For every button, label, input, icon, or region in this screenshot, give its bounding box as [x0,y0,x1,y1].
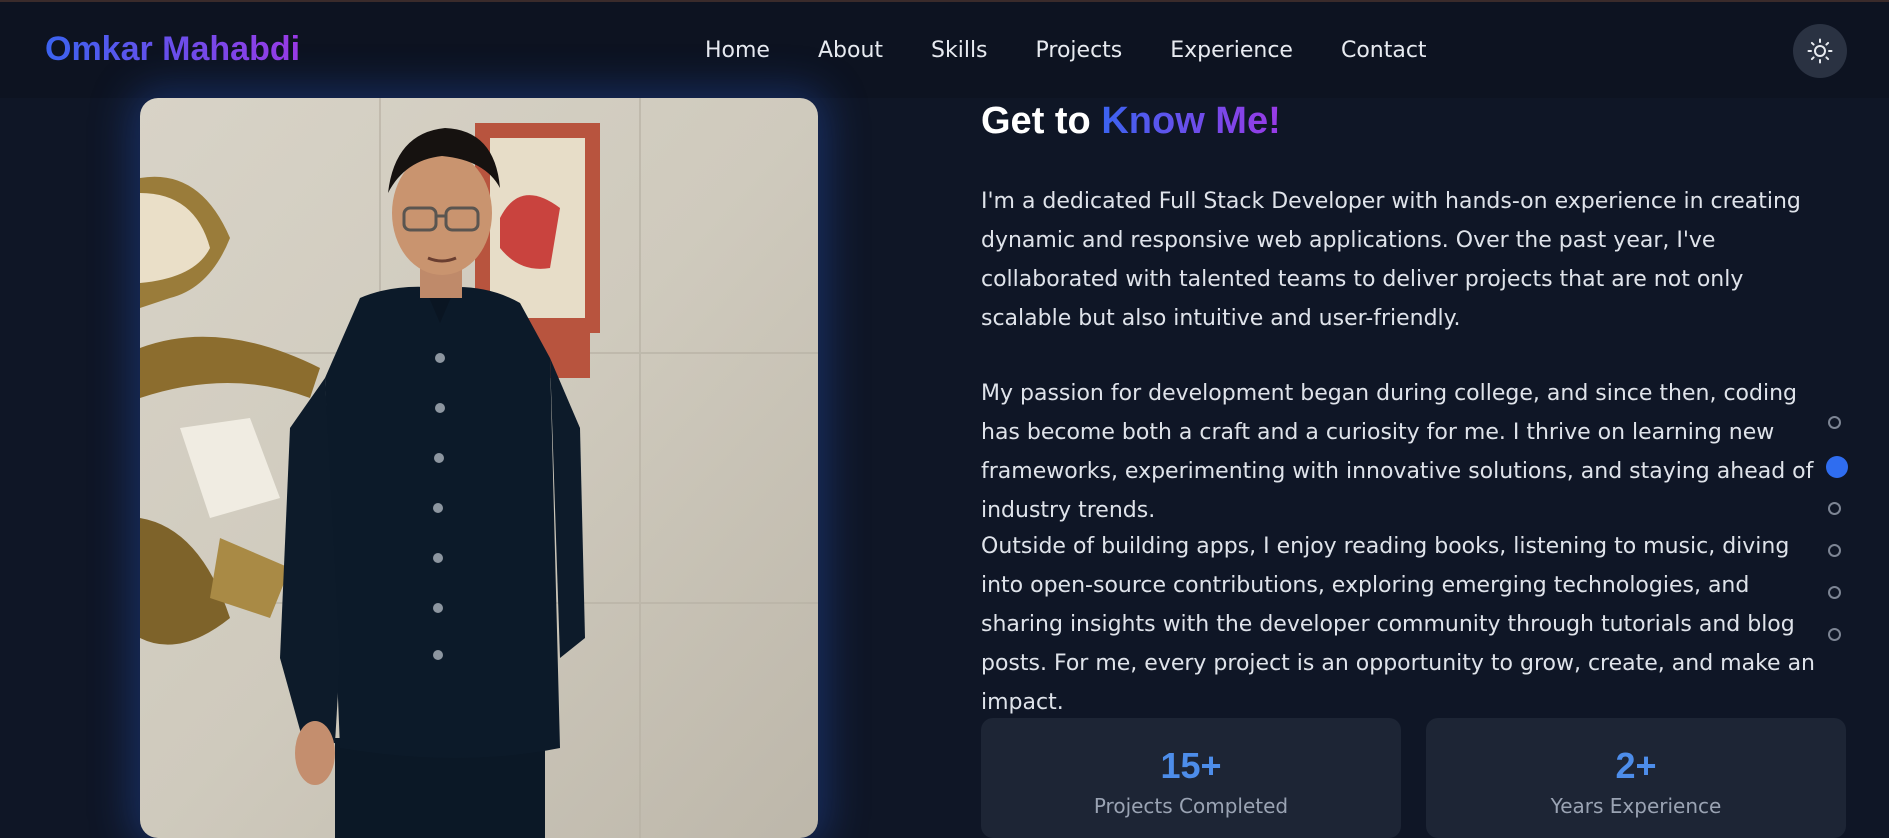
section-dot[interactable] [1828,502,1841,515]
nav-link-projects[interactable]: Projects [1036,38,1123,63]
title-prefix: Get to [981,100,1102,142]
section-dot-active[interactable] [1826,456,1848,478]
sun-icon [1807,38,1833,64]
stat-label: Projects Completed [1093,794,1289,818]
navbar: Omkar Mahabdi Home About Skills Projects… [0,2,1889,98]
about-paragraph: I'm a dedicated Full Stack Developer wit… [981,189,1801,331]
nav-link-home[interactable]: Home [705,38,770,63]
profile-photo [140,98,818,838]
about-paragraph: My passion for development began during … [981,381,1814,523]
stat-value: 2+ [1615,745,1657,786]
brand-logo[interactable]: Omkar Mahabdi [45,30,300,69]
section-dot[interactable] [1828,416,1841,429]
section-title: Get to Know Me! [981,100,1281,143]
nav-link-skills[interactable]: Skills [931,38,988,63]
section-dot[interactable] [1828,544,1841,557]
nav-link-about[interactable]: About [818,38,883,63]
nav-link-contact[interactable]: Contact [1341,38,1427,63]
theme-toggle-button[interactable] [1793,24,1847,78]
title-highlight: Know Me! [1101,100,1281,142]
section-dot[interactable] [1828,628,1841,641]
profile-photo-graphic [140,98,818,838]
stat-label: Years Experience [1550,794,1722,818]
nav-links: Home About Skills Projects Experience Co… [705,38,1427,63]
stat-value: 15+ [1160,745,1222,786]
section-dot[interactable] [1828,586,1841,599]
about-paragraph: Outside of building apps, I enjoy readin… [981,534,1815,715]
nav-link-experience[interactable]: Experience [1170,38,1293,63]
stat-card-experience: 2+ Years Experience [1426,718,1846,838]
stat-card-projects: 15+ Projects Completed [981,718,1401,838]
